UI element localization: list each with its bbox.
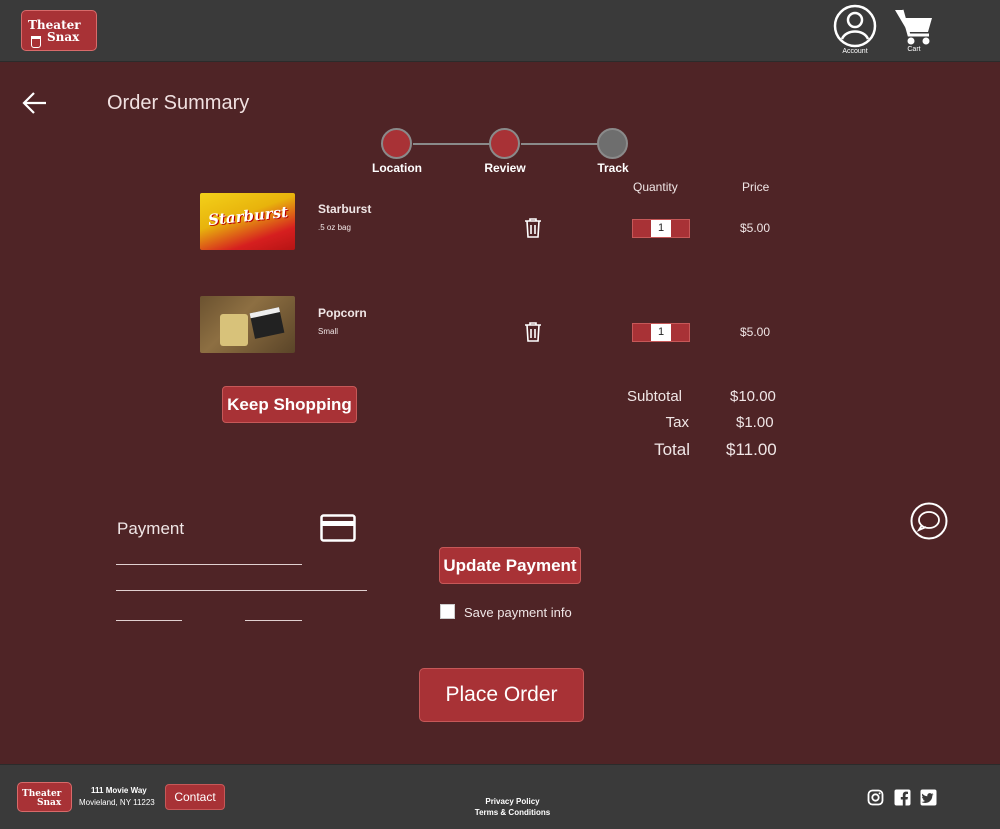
price-column-header: Price <box>742 180 770 194</box>
step-location-dot <box>381 128 412 159</box>
contact-button[interactable]: Contact <box>165 784 225 810</box>
quantity-value[interactable]: 1 <box>651 220 671 237</box>
privacy-policy-link[interactable]: Privacy Policy <box>450 796 575 807</box>
account-button[interactable]: Account <box>832 4 878 55</box>
chat-icon <box>910 502 948 540</box>
tax-value: $1.00 <box>736 414 774 431</box>
starburst-image-text: Starburst <box>207 202 289 230</box>
item-name: Starburst <box>318 202 372 216</box>
quantity-column-header: Quantity <box>633 180 678 194</box>
cvv-field[interactable] <box>245 620 302 621</box>
account-label: Account <box>842 48 868 55</box>
quantity-increase-button[interactable] <box>671 220 689 237</box>
page-title: Order Summary <box>107 92 250 114</box>
popcorn-product-image <box>200 296 295 353</box>
order-progress-stepper: Location Review Track <box>370 128 640 178</box>
twitter-link[interactable] <box>920 789 937 811</box>
cart-icon <box>895 9 932 45</box>
theater-snax-logo[interactable]: Theater Snax <box>21 10 97 51</box>
place-order-button[interactable]: Place Order <box>419 668 584 722</box>
step-track-dot <box>597 128 628 159</box>
instagram-link[interactable] <box>867 789 884 811</box>
remove-item-button[interactable] <box>523 321 543 348</box>
footer-links: Privacy Policy Terms & Conditions <box>450 796 575 818</box>
expiry-field[interactable] <box>116 620 182 621</box>
quantity-decrease-button[interactable] <box>633 220 651 237</box>
quantity-stepper[interactable]: 1 <box>632 323 690 342</box>
step-connector <box>413 143 491 145</box>
card-number-field[interactable] <box>116 564 302 565</box>
quantity-decrease-button[interactable] <box>633 324 651 341</box>
popcorn-cup-icon <box>31 36 41 48</box>
step-connector <box>521 143 599 145</box>
trash-icon <box>525 218 541 238</box>
keep-shopping-button[interactable]: Keep Shopping <box>222 386 357 423</box>
terms-conditions-link[interactable]: Terms & Conditions <box>450 807 575 818</box>
item-price: $5.00 <box>740 325 771 339</box>
quantity-increase-button[interactable] <box>671 324 689 341</box>
clapperboard-graphic <box>249 307 285 339</box>
chat-button[interactable] <box>910 502 948 545</box>
back-button[interactable] <box>22 90 48 121</box>
step-location-label: Location <box>372 161 422 175</box>
instagram-icon <box>867 789 884 806</box>
footer-address: 111 Movie Way Movieland, NY 11223 <box>79 785 155 809</box>
starburst-product-image: Starburst <box>200 193 295 250</box>
address-line2: Movieland, NY 11223 <box>79 798 155 807</box>
subtotal-label: Subtotal <box>626 388 682 405</box>
footer: Theater Snax 111 Movie Way Movieland, NY… <box>0 764 1000 829</box>
step-review-label: Review <box>484 161 526 175</box>
payment-title: Payment <box>117 519 185 538</box>
top-navbar: Theater Snax Account Cart <box>0 0 1000 62</box>
subtotal-value: $10.00 <box>730 388 776 405</box>
item-description: .5 oz bag <box>318 223 351 232</box>
quantity-value[interactable]: 1 <box>651 324 671 341</box>
cart-label: Cart <box>907 46 921 53</box>
footer-logo[interactable]: Theater Snax <box>17 782 72 812</box>
total-label: Total <box>654 440 690 459</box>
tax-label: Tax <box>665 414 689 431</box>
cart-button[interactable]: Cart <box>892 6 936 53</box>
item-name: Popcorn <box>318 306 367 320</box>
trash-icon <box>525 322 541 342</box>
item-description: Small <box>318 327 339 336</box>
update-payment-button[interactable]: Update Payment <box>439 547 581 584</box>
save-payment-label: Save payment info <box>464 605 572 620</box>
back-arrow-icon <box>22 92 46 114</box>
quantity-stepper[interactable]: 1 <box>632 219 690 238</box>
popcorn-bucket-graphic <box>220 314 248 346</box>
item-price: $5.00 <box>740 221 771 235</box>
step-track-label: Track <box>597 161 629 175</box>
facebook-icon <box>894 789 911 806</box>
total-value: $11.00 <box>726 440 777 459</box>
facebook-link[interactable] <box>894 789 911 811</box>
address-line1: 111 Movie Way <box>91 786 147 795</box>
cardholder-name-field[interactable] <box>116 590 367 591</box>
save-payment-checkbox[interactable] <box>440 604 455 619</box>
account-icon <box>833 4 877 48</box>
footer-logo-line2: Snax <box>37 798 62 808</box>
twitter-icon <box>920 789 937 806</box>
credit-card-icon <box>320 514 356 547</box>
remove-item-button[interactable] <box>523 217 543 244</box>
step-review-dot <box>489 128 520 159</box>
